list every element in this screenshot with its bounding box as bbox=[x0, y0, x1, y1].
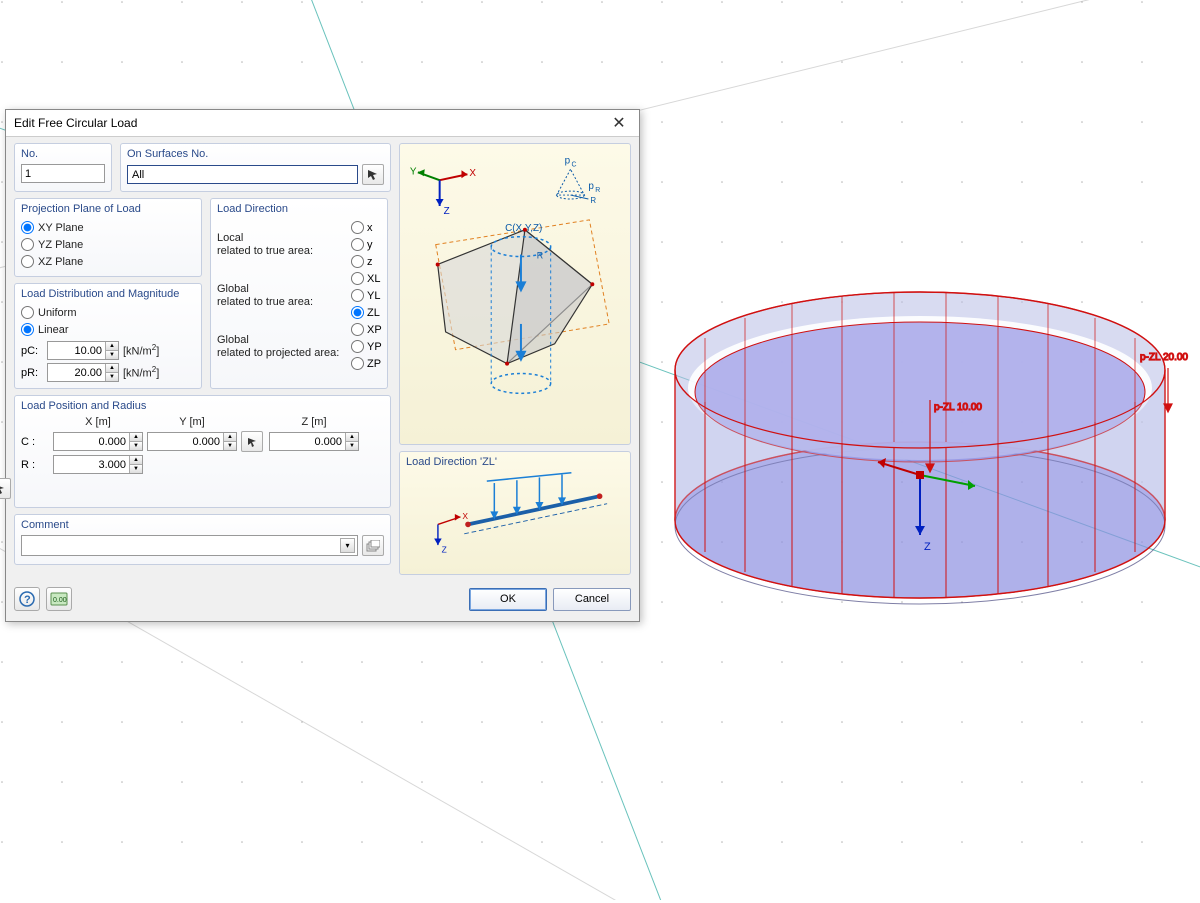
radio-dir-x[interactable]: x bbox=[351, 219, 381, 236]
illustration-direction: Load Direction 'ZL' X Z bbox=[399, 451, 631, 575]
c-z-input[interactable]: ▲▼ bbox=[269, 432, 359, 451]
pick-r-button[interactable] bbox=[0, 478, 11, 499]
svg-text:0.00: 0.00 bbox=[53, 597, 67, 604]
radio-dir-yl[interactable]: YL bbox=[351, 287, 381, 304]
radio-xz-plane[interactable]: XZ Plane bbox=[21, 253, 195, 270]
dialog-title: Edit Free Circular Load bbox=[14, 116, 605, 130]
pr-unit: [kN/m2] bbox=[123, 365, 159, 380]
svg-text:Z: Z bbox=[444, 206, 450, 217]
ok-button[interactable]: OK bbox=[469, 588, 547, 611]
units-icon: 0.00 bbox=[50, 592, 68, 606]
radio-yz-plane[interactable]: YZ Plane bbox=[21, 236, 195, 253]
spin-up-icon[interactable]: ▲ bbox=[105, 364, 118, 373]
radio-dir-xp[interactable]: XP bbox=[351, 321, 381, 338]
surfaces-label: On Surfaces No. bbox=[121, 144, 390, 162]
pc-input[interactable]: ▲▼ bbox=[47, 341, 119, 360]
svg-text:X: X bbox=[469, 168, 476, 179]
col-y: Y [m] bbox=[147, 416, 237, 428]
svg-text:X: X bbox=[462, 511, 468, 521]
axis-z-label: Z bbox=[924, 541, 931, 553]
col-x: X [m] bbox=[53, 416, 143, 428]
load-annotation-center: p-ZL 10.00 bbox=[934, 402, 982, 413]
projection-label: Projection Plane of Load bbox=[15, 199, 201, 217]
group-position: Load Position and Radius X [m] Y [m] Z [… bbox=[14, 395, 391, 508]
units-button[interactable]: 0.00 bbox=[46, 587, 72, 611]
group-projection: Projection Plane of Load XY Plane YZ Pla… bbox=[14, 198, 202, 277]
svg-text:p: p bbox=[565, 155, 571, 166]
cancel-button[interactable]: Cancel bbox=[553, 588, 631, 611]
spin-up-icon[interactable]: ▲ bbox=[105, 342, 118, 351]
svg-text:Y: Y bbox=[410, 166, 417, 177]
radio-uniform[interactable]: Uniform bbox=[21, 304, 195, 321]
group-surfaces: On Surfaces No. bbox=[120, 143, 391, 192]
comment-combo[interactable]: ▾ bbox=[21, 535, 358, 556]
col-z: Z [m] bbox=[269, 416, 359, 428]
spin-down-icon[interactable]: ▼ bbox=[105, 373, 118, 381]
c-label: C : bbox=[21, 436, 49, 448]
pc-unit: [kN/m2] bbox=[123, 343, 159, 358]
radio-dir-xl[interactable]: XL bbox=[351, 270, 381, 287]
svg-text:R: R bbox=[595, 187, 600, 194]
dialog-edit-free-circular-load: Edit Free Circular Load ✕ No. On Surface… bbox=[5, 109, 640, 622]
dir-local-label: Local related to true area: bbox=[217, 228, 349, 260]
position-label: Load Position and Radius bbox=[15, 396, 390, 414]
no-input[interactable] bbox=[21, 164, 105, 183]
surfaces-input[interactable] bbox=[127, 165, 358, 184]
no-label: No. bbox=[15, 144, 111, 162]
radio-dir-z[interactable]: z bbox=[351, 253, 381, 270]
load-annotation-edge: p-ZL 20.00 bbox=[1140, 352, 1188, 363]
radio-dir-y[interactable]: y bbox=[351, 236, 381, 253]
c-x-input[interactable]: ▲▼ bbox=[53, 432, 143, 451]
radio-dir-zl[interactable]: ZL bbox=[351, 304, 381, 321]
pick-surfaces-button[interactable] bbox=[362, 164, 384, 185]
comment-label: Comment bbox=[15, 515, 390, 533]
svg-text:C: C bbox=[572, 161, 577, 168]
help-button[interactable]: ? bbox=[14, 587, 40, 611]
comment-library-button[interactable] bbox=[362, 535, 384, 556]
dialog-titlebar[interactable]: Edit Free Circular Load ✕ bbox=[6, 110, 639, 137]
svg-text:R: R bbox=[590, 196, 596, 205]
svg-text:R: R bbox=[537, 251, 544, 261]
c-y-input[interactable]: ▲▼ bbox=[147, 432, 237, 451]
pr-label: pR: bbox=[21, 367, 43, 379]
svg-text:?: ? bbox=[24, 594, 31, 606]
radio-dir-yp[interactable]: YP bbox=[351, 338, 381, 355]
pick-icon bbox=[366, 168, 380, 182]
distribution-label: Load Distribution and Magnitude bbox=[15, 284, 201, 302]
chevron-down-icon[interactable]: ▾ bbox=[340, 538, 355, 553]
svg-text:p: p bbox=[588, 181, 594, 192]
radio-dir-zp[interactable]: ZP bbox=[351, 355, 381, 372]
radio-linear[interactable]: Linear bbox=[21, 321, 195, 338]
stack-icon bbox=[366, 540, 380, 552]
group-no: No. bbox=[14, 143, 112, 192]
pick-c-button[interactable] bbox=[241, 431, 263, 452]
r-input[interactable]: ▲▼ bbox=[53, 455, 143, 474]
illus2-label: Load Direction 'ZL' bbox=[406, 456, 624, 468]
illustration-main: X Y Z pC R pR bbox=[399, 143, 631, 445]
help-icon: ? bbox=[19, 591, 35, 607]
pc-label: pC: bbox=[21, 345, 43, 357]
direction-label: Load Direction bbox=[211, 199, 387, 217]
group-comment: Comment ▾ bbox=[14, 514, 391, 565]
pr-input[interactable]: ▲▼ bbox=[47, 363, 119, 382]
svg-text:Z: Z bbox=[442, 545, 447, 555]
close-button[interactable]: ✕ bbox=[605, 113, 633, 133]
group-direction: Load Direction Local related to true are… bbox=[210, 198, 388, 389]
dir-global-proj-label: Global related to projected area: bbox=[217, 330, 349, 362]
r-label: R : bbox=[21, 459, 49, 471]
spin-down-icon[interactable]: ▼ bbox=[105, 351, 118, 359]
group-distribution: Load Distribution and Magnitude Uniform … bbox=[14, 283, 202, 389]
radio-xy-plane[interactable]: XY Plane bbox=[21, 219, 195, 236]
dir-global-true-label: Global related to true area: bbox=[217, 279, 349, 311]
